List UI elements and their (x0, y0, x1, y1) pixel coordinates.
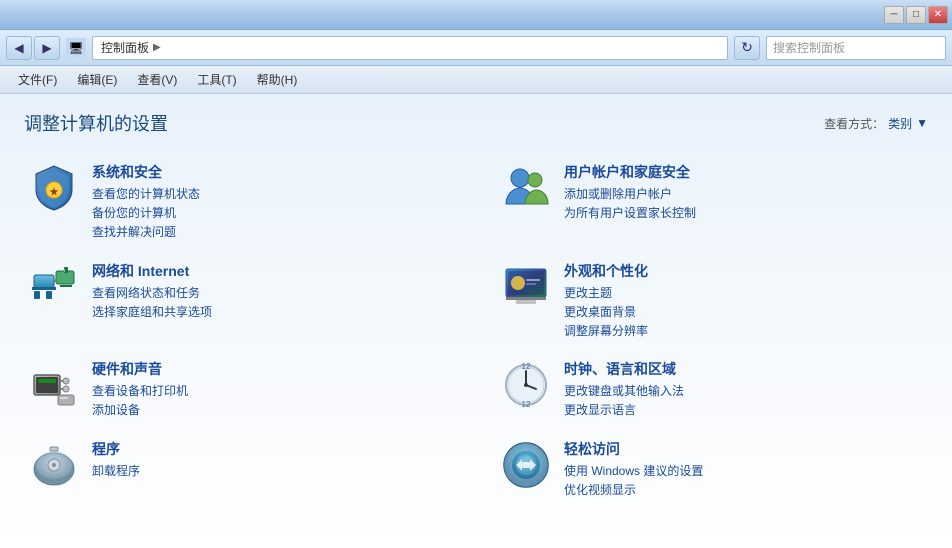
menu-bar: 文件(F) 编辑(E) 查看(V) 工具(T) 帮助(H) (0, 66, 952, 94)
address-icon: 🖥 (66, 38, 86, 58)
hardware-icon (28, 359, 80, 411)
category-item-hardware[interactable]: 硬件和声音查看设备和打印机添加设备 (24, 353, 456, 426)
category-link-network[interactable]: 选择家庭组和共享选项 (92, 303, 452, 322)
svg-text:★: ★ (50, 187, 59, 198)
forward-button[interactable]: ▶ (34, 36, 60, 60)
refresh-button[interactable]: ↻ (734, 36, 760, 60)
page-title: 调整计算机的设置 (24, 110, 168, 136)
restore-button[interactable]: □ (906, 6, 926, 24)
category-item-access[interactable]: 轻松访问使用 Windows 建议的设置优化视频显示 (496, 433, 928, 506)
category-link-appearance[interactable]: 更改桌面背景 (564, 303, 924, 322)
path-arrow: ▶ (153, 42, 161, 53)
users-icon (500, 162, 552, 214)
category-title-users[interactable]: 用户帐户和家庭安全 (564, 162, 924, 182)
category-title-network[interactable]: 网络和 Internet (92, 261, 452, 281)
category-link-security[interactable]: 查找并解决问题 (92, 223, 452, 242)
category-text-clock: 时钟、语言和区域更改键盘或其他输入法更改显示语言 (564, 359, 924, 420)
category-link-hardware[interactable]: 添加设备 (92, 401, 452, 420)
main-content: 调整计算机的设置 查看方式： 类别 ▼ ★ 系统和安全查看您的计算机状态备份您的… (0, 94, 952, 548)
programs-icon (28, 439, 80, 491)
address-bar: ◀ ▶ 🖥 控制面板 ▶ ↻ 搜索控制面板 (0, 30, 952, 66)
category-text-users: 用户帐户和家庭安全添加或删除用户帐户为所有用户设置家长控制 (564, 162, 924, 223)
clock-icon: 12 12 (500, 359, 552, 411)
network-icon (28, 261, 80, 313)
category-link-security[interactable]: 查看您的计算机状态 (92, 185, 452, 204)
category-link-users[interactable]: 为所有用户设置家长控制 (564, 204, 924, 223)
title-bar-buttons: ─ □ ✕ (884, 6, 948, 24)
menu-edit[interactable]: 编辑(E) (69, 68, 125, 91)
category-link-clock[interactable]: 更改键盘或其他输入法 (564, 382, 924, 401)
menu-help[interactable]: 帮助(H) (249, 68, 306, 91)
category-text-hardware: 硬件和声音查看设备和打印机添加设备 (92, 359, 452, 420)
category-item-security[interactable]: ★ 系统和安全查看您的计算机状态备份您的计算机查找并解决问题 (24, 156, 456, 249)
appearance-icon (500, 261, 552, 313)
categories-grid: ★ 系统和安全查看您的计算机状态备份您的计算机查找并解决问题 用户帐户和家庭安全… (24, 156, 928, 506)
nav-buttons: ◀ ▶ (6, 36, 60, 60)
minimize-button[interactable]: ─ (884, 6, 904, 24)
category-item-clock[interactable]: 12 12 时钟、语言和区域更改键盘或其他输入法更改显示语言 (496, 353, 928, 426)
menu-tools[interactable]: 工具(T) (189, 68, 244, 91)
address-path[interactable]: 控制面板 ▶ (92, 36, 728, 60)
category-title-access[interactable]: 轻松访问 (564, 439, 924, 459)
category-link-network[interactable]: 查看网络状态和任务 (92, 284, 452, 303)
search-box[interactable]: 搜索控制面板 (766, 36, 946, 60)
svg-text:12: 12 (522, 362, 531, 371)
category-link-users[interactable]: 添加或删除用户帐户 (564, 185, 924, 204)
category-link-appearance[interactable]: 调整屏幕分辨率 (564, 322, 924, 341)
view-mode-arrow: ▼ (916, 116, 928, 130)
category-link-programs[interactable]: 卸载程序 (92, 462, 452, 481)
view-mode-label: 查看方式： (824, 115, 884, 132)
category-link-clock[interactable]: 更改显示语言 (564, 401, 924, 420)
category-text-security: 系统和安全查看您的计算机状态备份您的计算机查找并解决问题 (92, 162, 452, 243)
category-item-appearance[interactable]: 外观和个性化更改主题更改桌面背景调整屏幕分辨率 (496, 255, 928, 348)
category-link-appearance[interactable]: 更改主题 (564, 284, 924, 303)
category-title-clock[interactable]: 时钟、语言和区域 (564, 359, 924, 379)
category-text-appearance: 外观和个性化更改主题更改桌面背景调整屏幕分辨率 (564, 261, 924, 342)
category-text-network: 网络和 Internet 查看网络状态和任务选择家庭组和共享选项 (92, 261, 452, 322)
page-header: 调整计算机的设置 查看方式： 类别 ▼ (24, 110, 928, 136)
category-text-access: 轻松访问使用 Windows 建议的设置优化视频显示 (564, 439, 924, 500)
svg-text:12: 12 (522, 400, 531, 409)
menu-view[interactable]: 查看(V) (129, 68, 185, 91)
category-item-programs[interactable]: 程序卸载程序 (24, 433, 456, 506)
view-mode-selector[interactable]: 查看方式： 类别 ▼ (824, 115, 928, 132)
security-icon: ★ (28, 162, 80, 214)
close-button[interactable]: ✕ (928, 6, 948, 24)
title-bar: ─ □ ✕ (0, 0, 952, 30)
path-root: 控制面板 (101, 39, 149, 56)
category-title-appearance[interactable]: 外观和个性化 (564, 261, 924, 281)
view-mode-value: 类别 (888, 115, 912, 132)
category-item-users[interactable]: 用户帐户和家庭安全添加或删除用户帐户为所有用户设置家长控制 (496, 156, 928, 249)
category-link-hardware[interactable]: 查看设备和打印机 (92, 382, 452, 401)
category-link-access[interactable]: 优化视频显示 (564, 481, 924, 500)
access-icon (500, 439, 552, 491)
category-item-network[interactable]: 网络和 Internet 查看网络状态和任务选择家庭组和共享选项 (24, 255, 456, 348)
category-title-security[interactable]: 系统和安全 (92, 162, 452, 182)
category-link-security[interactable]: 备份您的计算机 (92, 204, 452, 223)
category-link-access[interactable]: 使用 Windows 建议的设置 (564, 462, 924, 481)
back-button[interactable]: ◀ (6, 36, 32, 60)
category-title-hardware[interactable]: 硬件和声音 (92, 359, 452, 379)
category-text-programs: 程序卸载程序 (92, 439, 452, 481)
category-title-programs[interactable]: 程序 (92, 439, 452, 459)
menu-file[interactable]: 文件(F) (10, 68, 65, 91)
